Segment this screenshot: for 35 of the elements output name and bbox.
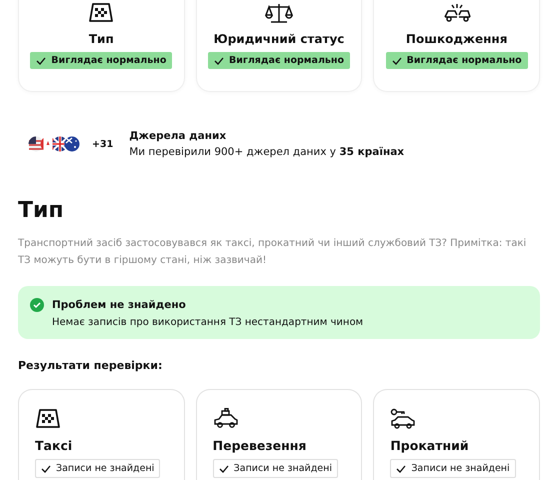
- results-title: Результати перевірки:: [18, 359, 164, 372]
- sources-title: Джерела даних: [129, 130, 228, 142]
- result-title: Прокатний: [390, 438, 469, 453]
- check-icon: [396, 464, 406, 472]
- cargo-icon: [212, 408, 239, 430]
- taxi-icon: [35, 408, 61, 430]
- alert-text: Немає записів про використання ТЗ нестандартним чином: [52, 317, 364, 328]
- check-icon: [41, 464, 51, 472]
- rental-icon: [390, 408, 416, 430]
- scales-icon: [264, 2, 293, 24]
- result-title: Перевезення: [212, 438, 306, 453]
- check-icon: [36, 56, 46, 64]
- result-badge: Записи не знайдені: [212, 459, 338, 478]
- check-title: Пошкодження: [406, 32, 508, 46]
- section-heading: Тип: [18, 198, 65, 223]
- status-badge: Виглядає нормально: [30, 52, 172, 69]
- status-badge: Виглядає нормально: [386, 52, 528, 69]
- result-badge: Записи не знайдені: [390, 459, 516, 478]
- flag-icon: [40, 136, 56, 152]
- alert-title: Проблем не знайдено: [52, 299, 187, 311]
- check-icon: [214, 56, 224, 64]
- result-title: Таксі: [35, 438, 72, 453]
- more-count: +31: [92, 138, 114, 150]
- damage-icon: [442, 2, 471, 24]
- status-badge: Виглядає нормально: [208, 52, 350, 69]
- sources-text: Ми перевірили 900+ джерел даних у 35 країнах: [129, 146, 404, 158]
- check-title: Юридичний статус: [214, 32, 344, 46]
- flag-icon: [64, 136, 80, 152]
- check-circle-icon: [30, 298, 44, 312]
- section-description: Транспортний засіб застосовувався як таксі, прокатний чи інший службовий ТЗ? Примітка: такі ТЗ можуть бути в гіршому стані, ніж зазвичай!: [18, 237, 528, 268]
- check-title: Тип: [88, 32, 114, 46]
- result-badge: Записи не знайдені: [35, 459, 160, 478]
- check-icon: [392, 56, 402, 64]
- taxi-icon: [88, 2, 114, 24]
- check-icon: [218, 464, 229, 472]
